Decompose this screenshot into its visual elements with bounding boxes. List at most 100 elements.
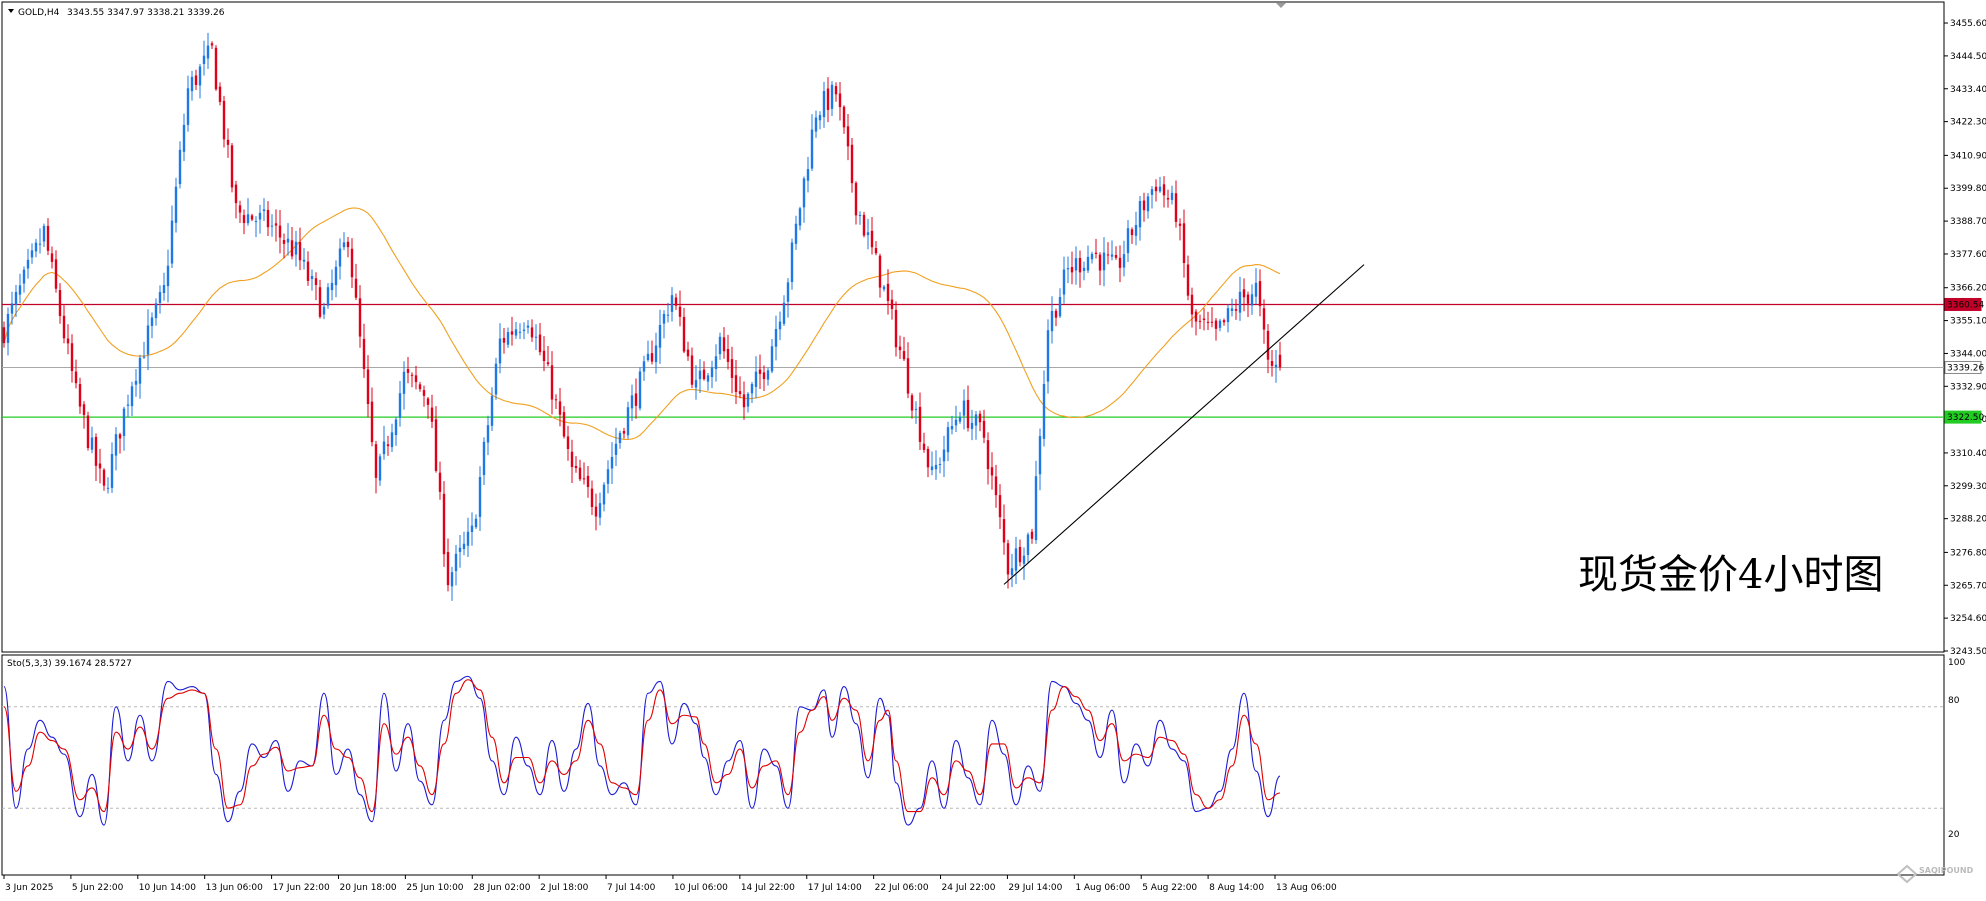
- candle-body[interactable]: [702, 369, 706, 380]
- candle-body[interactable]: [78, 384, 82, 407]
- candle-body[interactable]: [330, 282, 334, 291]
- candle-body[interactable]: [110, 454, 114, 488]
- candle-body[interactable]: [294, 241, 298, 255]
- candle-body[interactable]: [1190, 294, 1194, 315]
- candle-body[interactable]: [982, 420, 986, 438]
- candle-body[interactable]: [746, 393, 750, 407]
- candle-body[interactable]: [1170, 192, 1174, 200]
- candle-body[interactable]: [226, 139, 230, 145]
- candle-body[interactable]: [898, 346, 902, 351]
- candle-body[interactable]: [990, 467, 994, 476]
- candle-body[interactable]: [10, 303, 14, 314]
- candle-body[interactable]: [678, 306, 682, 317]
- candle-body[interactable]: [530, 327, 534, 338]
- candle-body[interactable]: [882, 286, 886, 290]
- candle-body[interactable]: [1110, 254, 1114, 257]
- candle-body[interactable]: [1162, 184, 1166, 196]
- candle-body[interactable]: [178, 149, 182, 185]
- candle-body[interactable]: [1230, 308, 1234, 311]
- candle-body[interactable]: [170, 220, 174, 264]
- candle-body[interactable]: [1094, 252, 1098, 254]
- candle-body[interactable]: [1058, 296, 1062, 317]
- candle-body[interactable]: [350, 248, 354, 278]
- candle-body[interactable]: [782, 302, 786, 324]
- candle-body[interactable]: [622, 430, 626, 434]
- candle-body[interactable]: [90, 437, 94, 450]
- candle-body[interactable]: [970, 422, 974, 429]
- candle-body[interactable]: [374, 444, 378, 478]
- candle-body[interactable]: [866, 232, 870, 236]
- candle-body[interactable]: [1126, 228, 1130, 254]
- candle-body[interactable]: [1266, 330, 1270, 360]
- candle-body[interactable]: [934, 464, 938, 470]
- candle-body[interactable]: [878, 255, 882, 288]
- candle-body[interactable]: [42, 225, 46, 242]
- candle-body[interactable]: [938, 464, 942, 466]
- candle-body[interactable]: [946, 427, 950, 453]
- candle-body[interactable]: [690, 355, 694, 385]
- candle-body[interactable]: [962, 400, 966, 416]
- candle-body[interactable]: [274, 223, 278, 226]
- candle-body[interactable]: [894, 309, 898, 348]
- candle-body[interactable]: [38, 243, 42, 245]
- candle-body[interactable]: [338, 248, 342, 267]
- candle-body[interactable]: [1166, 197, 1170, 200]
- candle-body[interactable]: [6, 313, 10, 343]
- candle-body[interactable]: [1102, 252, 1106, 271]
- candle-body[interactable]: [70, 343, 74, 371]
- candle-body[interactable]: [138, 357, 142, 384]
- candle-body[interactable]: [58, 290, 62, 316]
- candle-body[interactable]: [522, 329, 526, 331]
- candle-body[interactable]: [1074, 258, 1078, 271]
- candle-body[interactable]: [790, 242, 794, 283]
- candle-body[interactable]: [118, 434, 122, 439]
- candle-body[interactable]: [1234, 309, 1238, 311]
- candle-body[interactable]: [854, 182, 858, 216]
- candle-body[interactable]: [318, 287, 322, 317]
- candle-body[interactable]: [1182, 223, 1186, 264]
- candle-body[interactable]: [418, 384, 422, 390]
- candle-body[interactable]: [730, 359, 734, 378]
- candle-body[interactable]: [94, 436, 98, 466]
- candle-body[interactable]: [590, 488, 594, 508]
- candle-body[interactable]: [834, 86, 838, 95]
- candle-body[interactable]: [942, 449, 946, 462]
- candle-body[interactable]: [1250, 294, 1254, 306]
- candle-body[interactable]: [50, 253, 54, 262]
- candle-body[interactable]: [114, 434, 118, 456]
- candle-body[interactable]: [874, 248, 878, 254]
- candle-body[interactable]: [858, 215, 862, 217]
- candle-body[interactable]: [1098, 254, 1102, 271]
- candle-body[interactable]: [810, 129, 814, 169]
- candle-body[interactable]: [1274, 364, 1278, 368]
- candle-body[interactable]: [182, 124, 186, 152]
- candle-body[interactable]: [826, 88, 830, 110]
- candle-body[interactable]: [714, 356, 718, 370]
- candle-body[interactable]: [1262, 308, 1266, 330]
- candle-body[interactable]: [434, 419, 438, 471]
- candle-body[interactable]: [546, 362, 550, 365]
- candle-body[interactable]: [254, 221, 258, 223]
- candle-body[interactable]: [142, 356, 146, 358]
- candle-body[interactable]: [534, 336, 538, 338]
- candle-body[interactable]: [838, 93, 842, 108]
- candle-body[interactable]: [166, 265, 170, 287]
- candle-body[interactable]: [266, 209, 270, 228]
- candle-body[interactable]: [458, 547, 462, 552]
- candle-body[interactable]: [438, 472, 442, 492]
- candle-body[interactable]: [526, 325, 530, 328]
- candle-body[interactable]: [474, 518, 478, 528]
- candle-body[interactable]: [382, 441, 386, 455]
- candle-body[interactable]: [1026, 534, 1030, 555]
- candle-body[interactable]: [18, 285, 22, 295]
- candle-body[interactable]: [1226, 308, 1230, 323]
- candle-body[interactable]: [66, 338, 70, 344]
- candle-body[interactable]: [1186, 264, 1190, 296]
- candle-body[interactable]: [446, 552, 450, 586]
- candle-body[interactable]: [498, 338, 502, 364]
- candle-body[interactable]: [1106, 254, 1110, 256]
- candle-body[interactable]: [658, 324, 662, 348]
- candle-body[interactable]: [654, 345, 658, 363]
- candle-body[interactable]: [1082, 267, 1086, 271]
- candle-body[interactable]: [642, 361, 646, 372]
